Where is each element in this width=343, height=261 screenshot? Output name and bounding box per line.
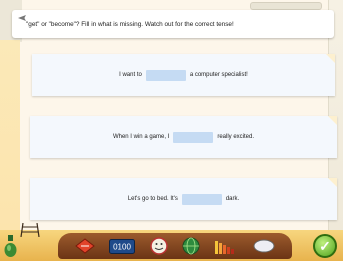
bar-chart-icon[interactable] xyxy=(214,238,238,254)
game-screen: "get" or "become"? Fill in what is missi… xyxy=(0,0,343,261)
sentence-end: really excited. xyxy=(217,134,255,140)
pin-icon xyxy=(18,15,26,21)
smiley-face-icon[interactable] xyxy=(150,237,168,255)
sentence-end: a computer specialist! xyxy=(189,72,248,78)
instruction-text: "get" or "become"? Fill in what is missi… xyxy=(26,20,234,28)
hint-slot xyxy=(250,2,322,10)
sentence-start: Let's go to bed. It's xyxy=(127,196,178,202)
checkmark-icon: ✓ xyxy=(319,237,331,254)
exercise-card-2: When I win a game, I really excited. xyxy=(30,116,337,158)
green-globe-icon[interactable] xyxy=(182,237,200,255)
left-wall xyxy=(0,40,20,230)
toolbar: 0100 xyxy=(58,233,292,259)
answer-blank-3[interactable] xyxy=(181,193,222,205)
sentence-start: I want to xyxy=(119,72,142,78)
check-button[interactable]: ✓ xyxy=(313,234,337,258)
sentence-start: When I win a game, I xyxy=(112,134,170,140)
exercise-card-1: I want to a computer specialist! xyxy=(32,54,335,96)
bottle-icon[interactable] xyxy=(4,235,17,257)
instruction-banner: "get" or "become"? Fill in what is missi… xyxy=(12,10,334,38)
sentence-end: dark. xyxy=(225,196,240,202)
counter-text: 0100 xyxy=(114,242,132,251)
red-book-icon[interactable] xyxy=(75,238,95,254)
ladder-icon xyxy=(20,223,40,237)
counter-display[interactable]: 0100 xyxy=(109,238,136,254)
exercise-card-3: Let's go to bed. It's dark. xyxy=(30,178,337,220)
speech-bubble-icon[interactable] xyxy=(253,239,275,253)
answer-blank-1[interactable] xyxy=(145,69,186,81)
answer-blank-2[interactable] xyxy=(173,131,214,143)
